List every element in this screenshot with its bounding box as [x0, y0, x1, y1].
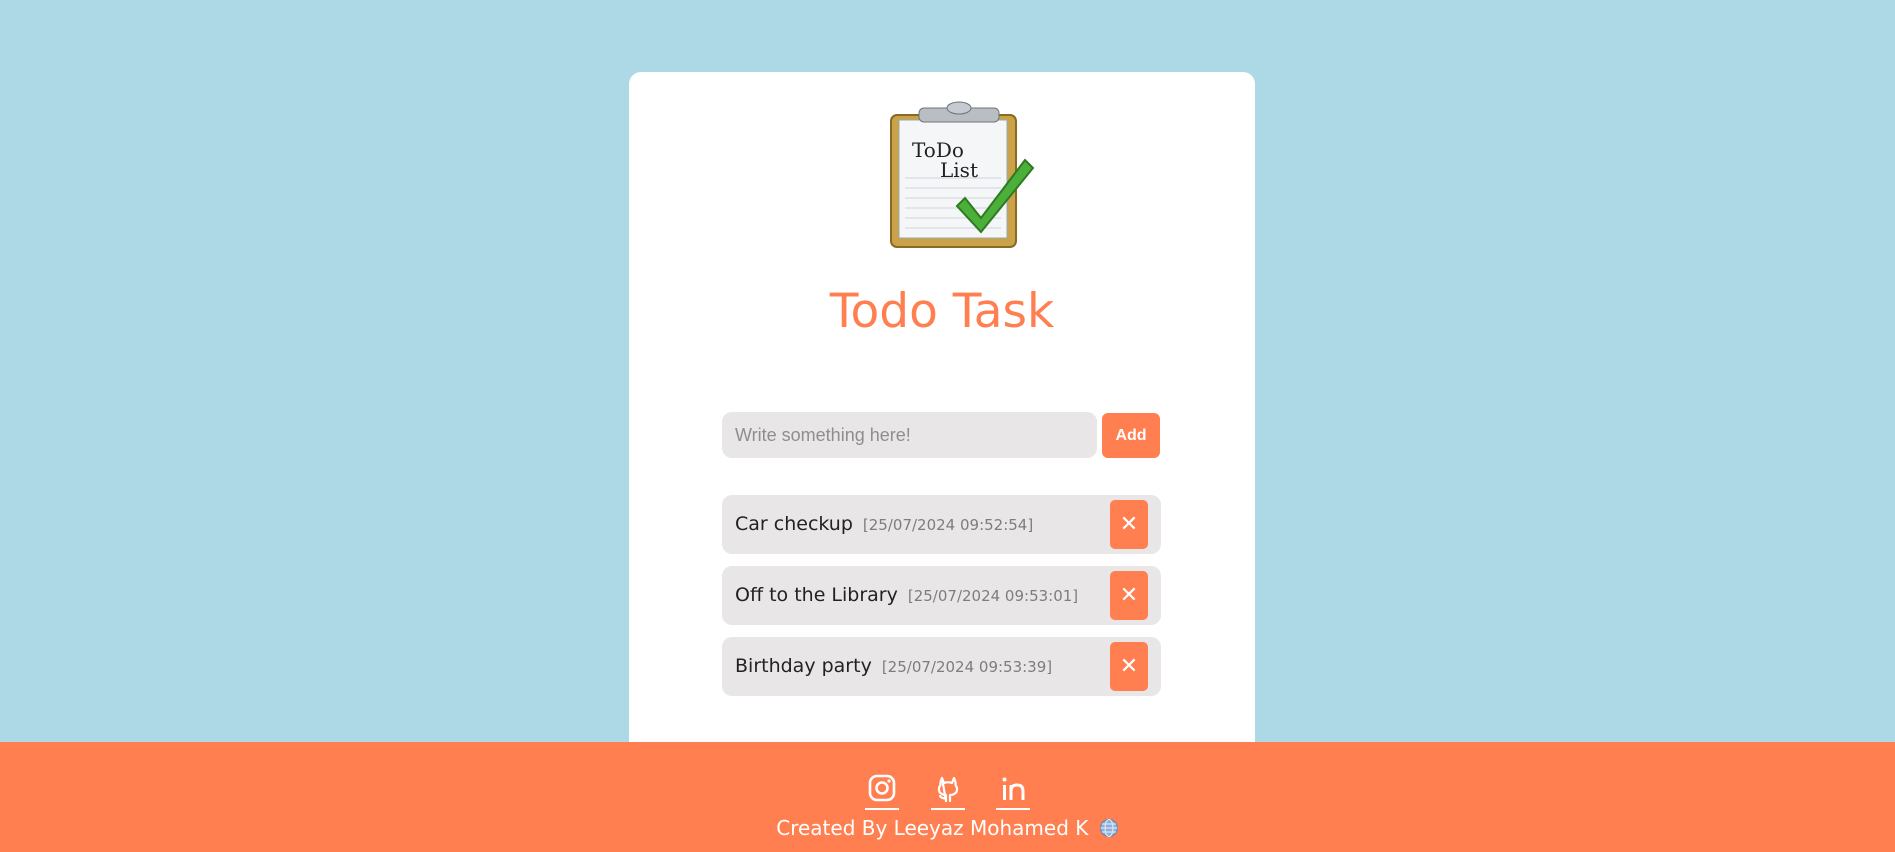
- task-item: Birthday party [25/07/2024 09:53:39] ✕: [722, 637, 1161, 696]
- todo-clipboard-logo: ToDo List: [890, 101, 1035, 248]
- footer-credit: Created By Leeyaz Mohamed K: [0, 816, 1895, 840]
- instagram-icon[interactable]: [865, 774, 900, 810]
- task-input[interactable]: [722, 412, 1097, 458]
- social-links: [0, 774, 1895, 810]
- task-text: Car checkup [25/07/2024 09:52:54]: [735, 513, 1034, 535]
- globe-icon: [1099, 819, 1118, 837]
- task-timestamp: [25/07/2024 09:53:39]: [881, 658, 1053, 676]
- footer: Created By Leeyaz Mohamed K: [0, 742, 1895, 852]
- todo-card: ToDo List Todo Task Add Car checkup[25/0…: [629, 72, 1255, 742]
- task-item: Off to the Library [25/07/2024 09:53:01] …: [722, 566, 1161, 625]
- delete-task-button[interactable]: ✕: [1110, 642, 1148, 691]
- logo-label-line2: List: [940, 158, 978, 182]
- delete-task-button[interactable]: ✕: [1110, 500, 1148, 549]
- task-list: Car checkup [25/07/2024 09:52:54] ✕ Off t…: [722, 495, 1162, 708]
- task-timestamp: [25/07/2024 09:53:01]: [907, 587, 1079, 605]
- delete-task-button[interactable]: ✕: [1110, 571, 1148, 620]
- task-text: Birthday party [25/07/2024 09:53:39]: [735, 655, 1053, 677]
- add-button[interactable]: Add: [1102, 413, 1160, 458]
- page-title: Todo Task: [829, 284, 1055, 339]
- linkedin-icon[interactable]: [995, 774, 1030, 810]
- add-task-row: Add: [722, 412, 1162, 458]
- task-timestamp: [25/07/2024 09:52:54]: [862, 516, 1034, 534]
- github-icon[interactable]: [930, 774, 965, 810]
- task-text: Off to the Library [25/07/2024 09:53:01]: [735, 584, 1079, 606]
- task-item: Car checkup [25/07/2024 09:52:54] ✕: [722, 495, 1161, 554]
- credit-text: Created By Leeyaz Mohamed K: [776, 816, 1089, 840]
